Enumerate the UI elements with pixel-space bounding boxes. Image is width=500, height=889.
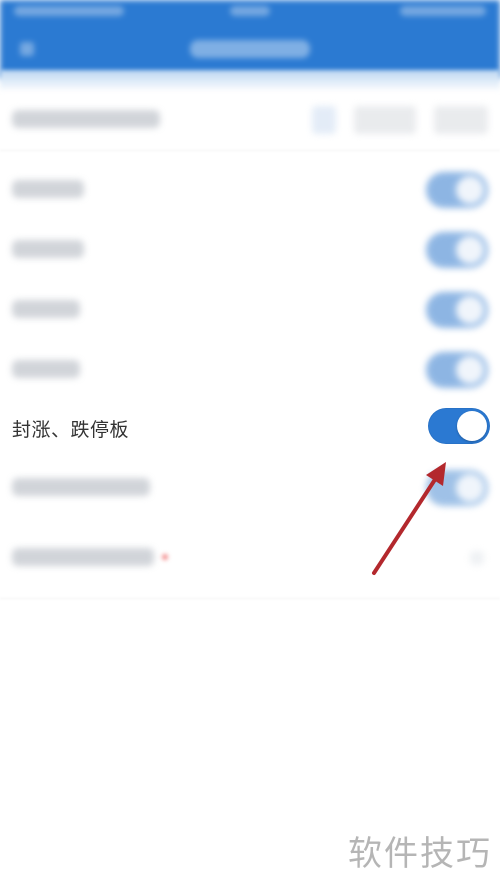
limit-board-toggle[interactable] — [428, 408, 490, 444]
option-icon[interactable] — [312, 106, 336, 134]
header-title — [190, 40, 310, 58]
toggle-switch[interactable] — [426, 172, 488, 208]
app-header — [0, 0, 500, 78]
settings-screen: 封涨、跌停板 软件技巧 — [0, 0, 500, 889]
setting-row-limit-board[interactable]: 封涨、跌停板 — [0, 398, 500, 456]
toggle-switch[interactable] — [426, 352, 488, 388]
option-button[interactable] — [434, 106, 488, 134]
notification-dot — [162, 554, 168, 560]
setting-row[interactable] — [0, 160, 500, 220]
toggle-knob — [457, 411, 487, 441]
chevron-right-icon — [470, 551, 484, 565]
setting-row[interactable] — [0, 528, 500, 588]
setting-row[interactable] — [0, 458, 500, 518]
setting-row[interactable] — [0, 280, 500, 340]
setting-row[interactable] — [0, 220, 500, 280]
status-bar — [0, 0, 500, 22]
setting-row[interactable] — [0, 90, 500, 150]
toggle-switch[interactable] — [426, 292, 488, 328]
back-icon[interactable] — [20, 42, 34, 56]
watermark: 软件技巧 — [348, 834, 492, 874]
toggle-switch[interactable] — [426, 232, 488, 268]
setting-label: 封涨、跌停板 — [12, 419, 130, 441]
setting-row[interactable] — [0, 340, 500, 400]
option-button[interactable] — [354, 106, 416, 134]
toggle-switch[interactable] — [426, 470, 488, 506]
